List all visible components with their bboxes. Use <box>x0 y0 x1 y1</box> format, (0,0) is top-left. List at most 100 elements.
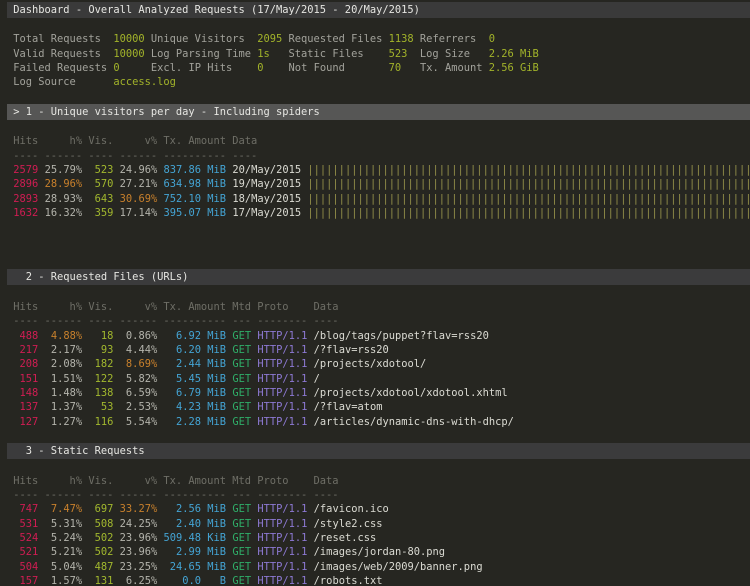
table-row[interactable]: 488 4.88% 18 0.86% 6.92 MiB GET HTTP/1.1… <box>7 329 750 343</box>
cell-pct: 5.82% <box>120 373 158 385</box>
cell-tx: 634.98 MiB <box>163 178 226 190</box>
cell-pct: 5.21% <box>45 546 83 558</box>
table-row[interactable]: 747 7.47% 697 33.27% 2.56 MiB GET HTTP/1… <box>7 502 750 516</box>
cell-pct: 27.21% <box>120 178 158 190</box>
cell-proto: HTTP/1.1 <box>257 416 307 428</box>
cell-vis: 131 <box>88 575 113 586</box>
summary-row: Valid Requests 10000 Log Parsing Time 1s… <box>7 47 750 61</box>
cell-pct: 33.27% <box>120 503 158 515</box>
cell-hits: 217 <box>13 344 38 356</box>
cell-tx: 2.44 MiB <box>163 358 226 370</box>
table-row[interactable]: 2579 25.79% 523 24.96% 837.86 MiB 20/May… <box>7 163 750 177</box>
cell-pct: 5.24% <box>45 532 83 544</box>
table-row[interactable]: 2896 28.96% 570 27.21% 634.98 MiB 19/May… <box>7 177 750 191</box>
cell-mtd: GET <box>232 330 251 342</box>
cell-pct: 1.27% <box>45 416 83 428</box>
cell-pct: 28.93% <box>45 193 83 205</box>
hits-bar: ||||||||||||||||||||||||||||||||||||||||… <box>307 193 750 205</box>
cell-pct: 30.69% <box>120 193 158 205</box>
cell-pct: 5.04% <box>45 561 83 573</box>
cell-vis: 116 <box>88 416 113 428</box>
table-row[interactable]: 1632 16.32% 359 17.14% 395.07 MiB 17/May… <box>7 206 750 220</box>
cell-pct: 2.08% <box>45 358 83 370</box>
cell-pct: 2.17% <box>45 344 83 356</box>
cell-hits: 127 <box>13 416 38 428</box>
cell-pct: 4.88% <box>45 330 83 342</box>
table-row[interactable]: 157 1.57% 131 6.25% 0.0 B GET HTTP/1.1 /… <box>7 574 750 586</box>
cell-tx: 752.10 MiB <box>163 193 226 205</box>
cell-proto: HTTP/1.1 <box>257 401 307 413</box>
cell-vis: 508 <box>88 518 113 530</box>
summary-label: Tx. Amount <box>401 62 489 74</box>
table-row[interactable]: 531 5.31% 508 24.25% 2.40 MiB GET HTTP/1… <box>7 517 750 531</box>
cell-hits: 208 <box>13 358 38 370</box>
cell-data: /blog/tags/puppet?flav=rss20 <box>314 330 489 342</box>
table-row[interactable]: 148 1.48% 138 6.59% 6.79 MiB GET HTTP/1.… <box>7 386 750 400</box>
summary-label: Not Found <box>264 62 389 74</box>
cell-tx: 2.56 MiB <box>163 503 226 515</box>
cell-hits: 488 <box>13 330 38 342</box>
cell-pct: 25.79% <box>45 164 83 176</box>
cell-tx: 0.0 B <box>163 575 226 586</box>
cell-data: /?flav=atom <box>314 401 383 413</box>
cell-proto: HTTP/1.1 <box>257 503 307 515</box>
cell-vis: 523 <box>88 164 113 176</box>
table-row[interactable]: 208 2.08% 182 8.69% 2.44 MiB GET HTTP/1.… <box>7 357 750 371</box>
cell-data: /robots.txt <box>314 575 383 586</box>
goaccess-dashboard: Dashboard - Overall Analyzed Requests (1… <box>0 0 750 586</box>
summary-label: Failed Requests <box>7 62 113 74</box>
cell-vis: 359 <box>88 207 113 219</box>
panel-1-table: Hits h% Vis. v% Tx. Amount Data ---- ---… <box>7 134 750 220</box>
table-row[interactable]: 151 1.51% 122 5.82% 5.45 MiB GET HTTP/1.… <box>7 372 750 386</box>
cell-vis: 502 <box>88 532 113 544</box>
summary-label: Log Parsing Time <box>145 48 258 60</box>
cell-proto: HTTP/1.1 <box>257 546 307 558</box>
table-row[interactable]: 137 1.37% 53 2.53% 4.23 MiB GET HTTP/1.1… <box>7 400 750 414</box>
cell-pct: 1.48% <box>45 387 83 399</box>
cell-data: /style2.css <box>314 518 383 530</box>
cell-data: 18/May/2015 <box>232 193 301 205</box>
cell-pct: 24.96% <box>120 164 158 176</box>
summary-value: 0 <box>489 33 495 45</box>
column-headers: Hits h% Vis. v% Tx. Amount Data <box>7 134 750 148</box>
summary-label: Log Source <box>7 76 113 88</box>
spacer <box>7 429 750 443</box>
cell-proto: HTTP/1.1 <box>257 344 307 356</box>
cell-data: /images/web/2009/banner.png <box>314 561 483 573</box>
cell-pct: 5.54% <box>120 416 158 428</box>
summary-value: 70 <box>389 62 402 74</box>
panel-1-header[interactable]: > 1 - Unique visitors per day - Includin… <box>7 104 750 120</box>
cell-tx: 6.79 MiB <box>163 387 226 399</box>
cell-vis: 122 <box>88 373 113 385</box>
cell-proto: HTTP/1.1 <box>257 373 307 385</box>
cell-hits: 2893 <box>13 193 38 205</box>
table-row[interactable]: 504 5.04% 487 23.25% 24.65 MiB GET HTTP/… <box>7 560 750 574</box>
cell-mtd: GET <box>232 358 251 370</box>
table-row[interactable]: 217 2.17% 93 4.44% 6.20 MiB GET HTTP/1.1… <box>7 343 750 357</box>
cell-hits: 2896 <box>13 178 38 190</box>
cell-mtd: GET <box>232 401 251 413</box>
summary-row: Failed Requests 0 Excl. IP Hits 0 Not Fo… <box>7 61 750 75</box>
panel-static-requests: 3 - Static Requests Hits h% Vis. v% Tx. … <box>7 443 750 586</box>
panel-3-header[interactable]: 3 - Static Requests <box>7 443 750 459</box>
panel-2-header[interactable]: 2 - Requested Files (URLs) <box>7 269 750 285</box>
cell-data: 20/May/2015 <box>232 164 301 176</box>
summary-label: Referrers <box>414 33 489 45</box>
cell-data: / <box>314 373 320 385</box>
cell-vis: 93 <box>88 344 113 356</box>
table-row[interactable]: 524 5.24% 502 23.96% 509.48 KiB GET HTTP… <box>7 531 750 545</box>
cell-pct: 23.96% <box>120 546 158 558</box>
table-row[interactable]: 127 1.27% 116 5.54% 2.28 MiB GET HTTP/1.… <box>7 415 750 429</box>
summary-label: Unique Visitors <box>145 33 258 45</box>
cell-proto: HTTP/1.1 <box>257 358 307 370</box>
table-row[interactable]: 2893 28.93% 643 30.69% 752.10 MiB 18/May… <box>7 192 750 206</box>
cell-tx: 2.28 MiB <box>163 416 226 428</box>
column-headers: Hits h% Vis. v% Tx. Amount Mtd Proto Dat… <box>7 474 750 488</box>
table-row[interactable]: 521 5.21% 502 23.96% 2.99 MiB GET HTTP/1… <box>7 545 750 559</box>
cell-hits: 148 <box>13 387 38 399</box>
hits-bar: ||||||||||||||||||||||||||||||||||||||||… <box>307 164 750 176</box>
cell-pct: 0.86% <box>120 330 158 342</box>
spacer <box>7 285 750 299</box>
panel-2-table: Hits h% Vis. v% Tx. Amount Mtd Proto Dat… <box>7 300 750 429</box>
cell-data: /reset.css <box>314 532 377 544</box>
